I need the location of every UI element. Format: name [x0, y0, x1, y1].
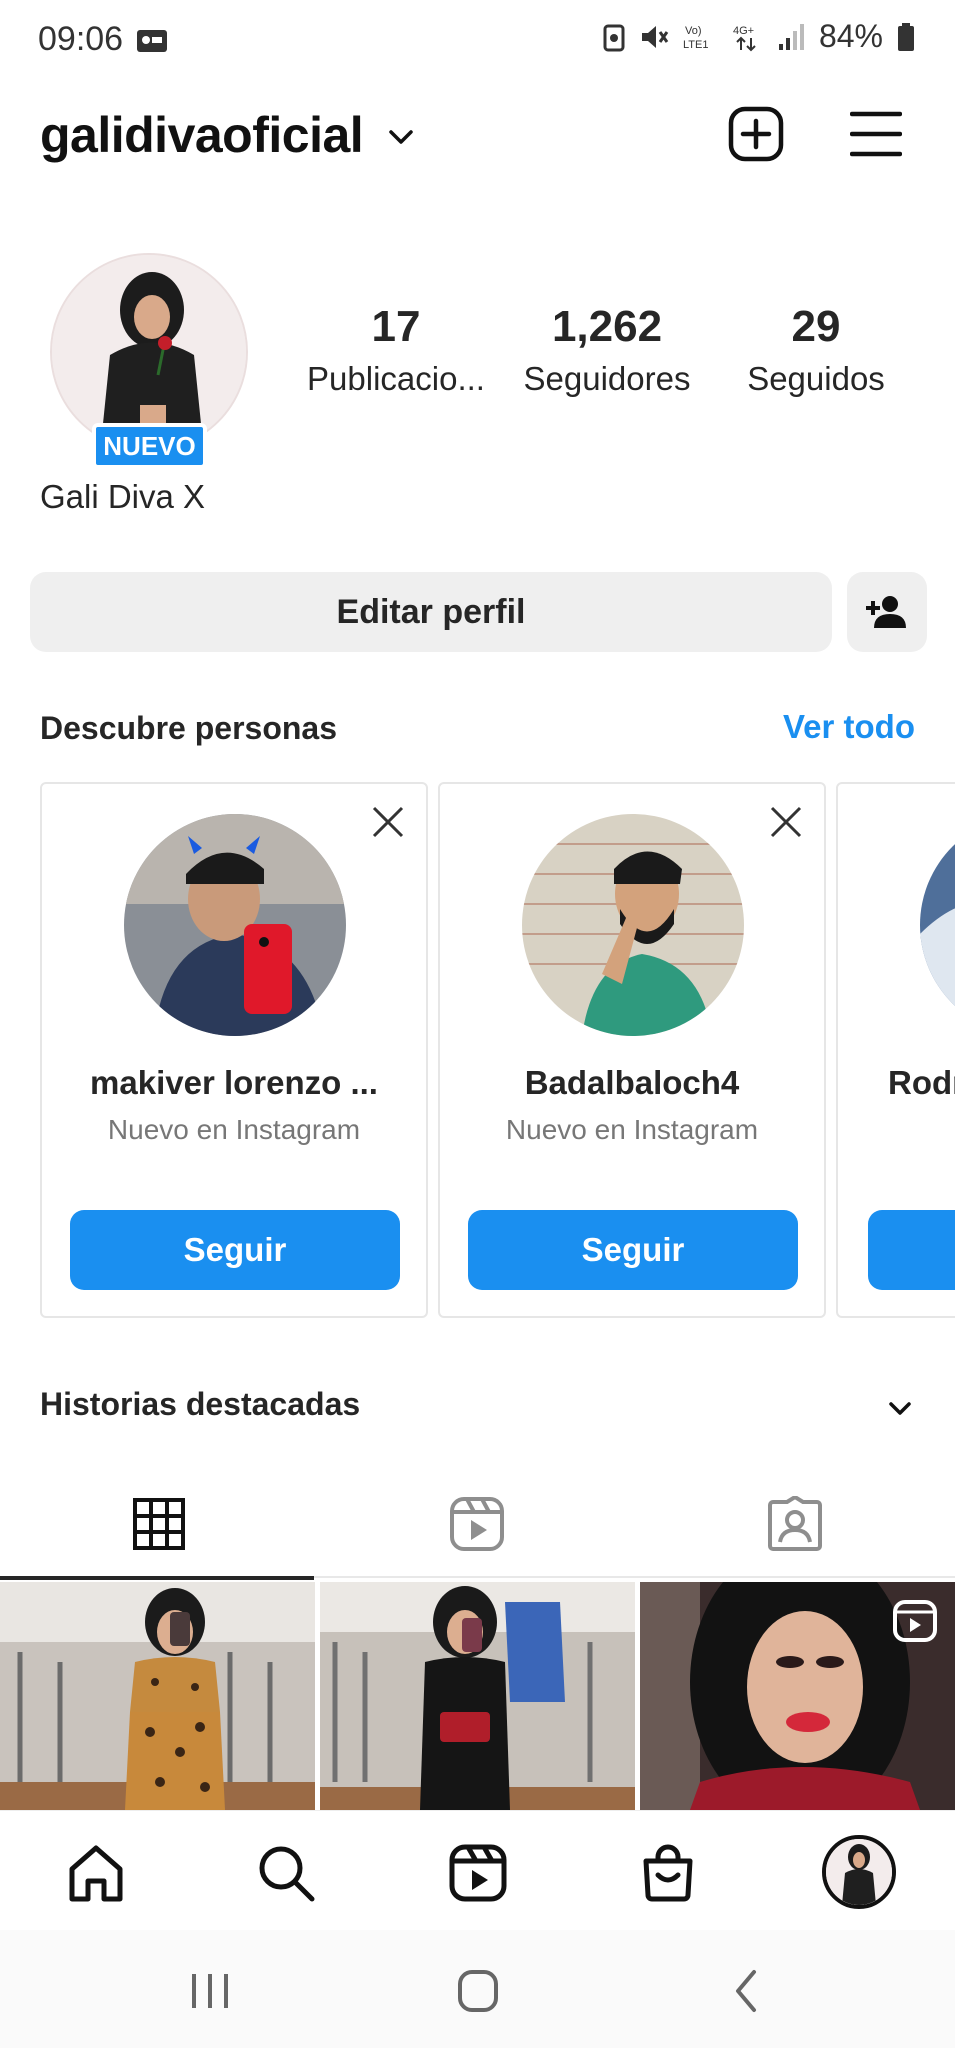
suggestion-card[interactable]: Badalbaloch4 Nuevo en Instagram Seguir [438, 782, 826, 1318]
post-image [0, 1582, 315, 1810]
suggestion-avatar[interactable] [522, 814, 744, 1036]
reels-icon [449, 1844, 507, 1902]
posts-label: Publicacio... [307, 360, 485, 397]
follow-button[interactable] [868, 1210, 955, 1290]
nav-home[interactable] [64, 1841, 128, 1905]
post-thumbnail[interactable] [0, 1582, 315, 1810]
create-post-icon[interactable] [728, 106, 784, 162]
nav-shop[interactable] [636, 1841, 700, 1905]
svg-text:Vo): Vo) [685, 25, 702, 37]
suggestion-name[interactable]: Rodr [888, 1064, 955, 1102]
profile-avatar[interactable] [50, 253, 248, 451]
status-time: 09:06 [38, 20, 124, 58]
nav-search[interactable] [254, 1841, 318, 1905]
following-label: Seguidos [747, 360, 885, 397]
search-icon [259, 1846, 315, 1902]
followers-stat[interactable]: 1,262 Seguidores [507, 302, 707, 398]
nav-reels[interactable] [446, 1841, 510, 1905]
edit-profile-button[interactable]: Editar perfil [30, 572, 832, 652]
close-icon[interactable] [370, 804, 406, 840]
profile-full-name: Gali Diva X [40, 478, 206, 515]
suggestion-photo [124, 814, 346, 1036]
suggestion-subtitle: Nuevo en Instagram [505, 1114, 759, 1145]
post-thumbnail[interactable] [320, 1582, 635, 1810]
following-stat[interactable]: 29 Seguidos [716, 302, 916, 398]
see-all-link[interactable]: Ver todo [783, 708, 915, 746]
posts-grid [0, 1582, 955, 1810]
svg-text:4G+: 4G+ [733, 25, 754, 37]
status-bar: 09:06 Vo) LTE1 4G+ 84% [0, 0, 955, 84]
story-highlights-title[interactable]: Historias destacadas [40, 1386, 360, 1423]
post-image [320, 1582, 635, 1810]
follow-button[interactable]: Seguir [468, 1210, 798, 1290]
battery-icon [898, 22, 914, 51]
mute-icon [641, 25, 669, 48]
followers-label: Seguidores [523, 360, 691, 397]
tab-tagged[interactable] [636, 1470, 954, 1578]
svg-text:LTE1: LTE1 [683, 39, 708, 51]
grid-icon [133, 1498, 185, 1550]
close-icon[interactable] [768, 804, 804, 840]
home-button-icon[interactable] [448, 1966, 508, 2016]
nav-profile-avatar[interactable] [822, 1835, 896, 1909]
discover-people-title: Descubre personas [40, 710, 338, 746]
suggestion-card[interactable]: makiver lorenzo ... Nuevo en Instagram S… [40, 782, 428, 1318]
profile-photo [52, 255, 246, 449]
post-thumbnail[interactable] [640, 1582, 955, 1810]
post-image [640, 1582, 955, 1810]
add-person-icon [866, 596, 906, 628]
notification-icon [137, 30, 167, 52]
posts-count: 17 [371, 302, 421, 351]
tagged-icon [768, 1496, 822, 1551]
followers-count: 1,262 [551, 302, 663, 351]
suggestion-avatar[interactable] [920, 814, 955, 1036]
home-icon [69, 1845, 123, 1902]
suggestion-name[interactable]: Badalbaloch4 [440, 1064, 824, 1102]
discover-people-button[interactable] [847, 572, 927, 652]
tab-reels[interactable] [318, 1470, 636, 1578]
volte-icon: Vo) LTE1 [683, 25, 708, 51]
network-4g-icon: 4G+ [733, 25, 756, 51]
battery-level: 84% [818, 18, 883, 54]
suggestion-avatar[interactable] [124, 814, 346, 1036]
suggestion-photo [522, 814, 744, 1036]
sync-icon [603, 24, 625, 51]
suggestion-subtitle: Nuevo en Instagram [107, 1114, 361, 1145]
profile-photo [826, 1839, 892, 1905]
chevron-down-icon[interactable] [386, 122, 416, 152]
status-icons: Vo) LTE1 4G+ 84% [603, 18, 915, 55]
tab-posts-grid[interactable] [0, 1470, 318, 1580]
chevron-down-icon[interactable] [884, 1392, 916, 1424]
reels-icon [450, 1497, 504, 1551]
suggestion-card[interactable]: Rodr [836, 782, 955, 1318]
system-navigation-bar [0, 1930, 955, 2048]
follow-button[interactable]: Seguir [70, 1210, 400, 1290]
suggestion-photo [920, 814, 955, 1036]
back-icon[interactable] [716, 1966, 776, 2016]
recent-apps-icon[interactable] [180, 1966, 240, 2016]
suggestion-name[interactable]: makiver lorenzo ... [42, 1064, 426, 1102]
account-switcher-username[interactable]: galidivaoficial [40, 106, 364, 164]
profile-tabs [0, 1470, 955, 1580]
new-badge: NUEVO [92, 423, 207, 469]
profile-header: galidivaoficial [0, 100, 955, 174]
bottom-navigation [0, 1810, 955, 1930]
following-count: 29 [791, 302, 841, 351]
signal-icon [778, 23, 804, 50]
menu-icon[interactable] [850, 108, 902, 160]
posts-stat[interactable]: 17 Publicacio... [296, 302, 496, 398]
shop-icon [643, 1844, 693, 1902]
